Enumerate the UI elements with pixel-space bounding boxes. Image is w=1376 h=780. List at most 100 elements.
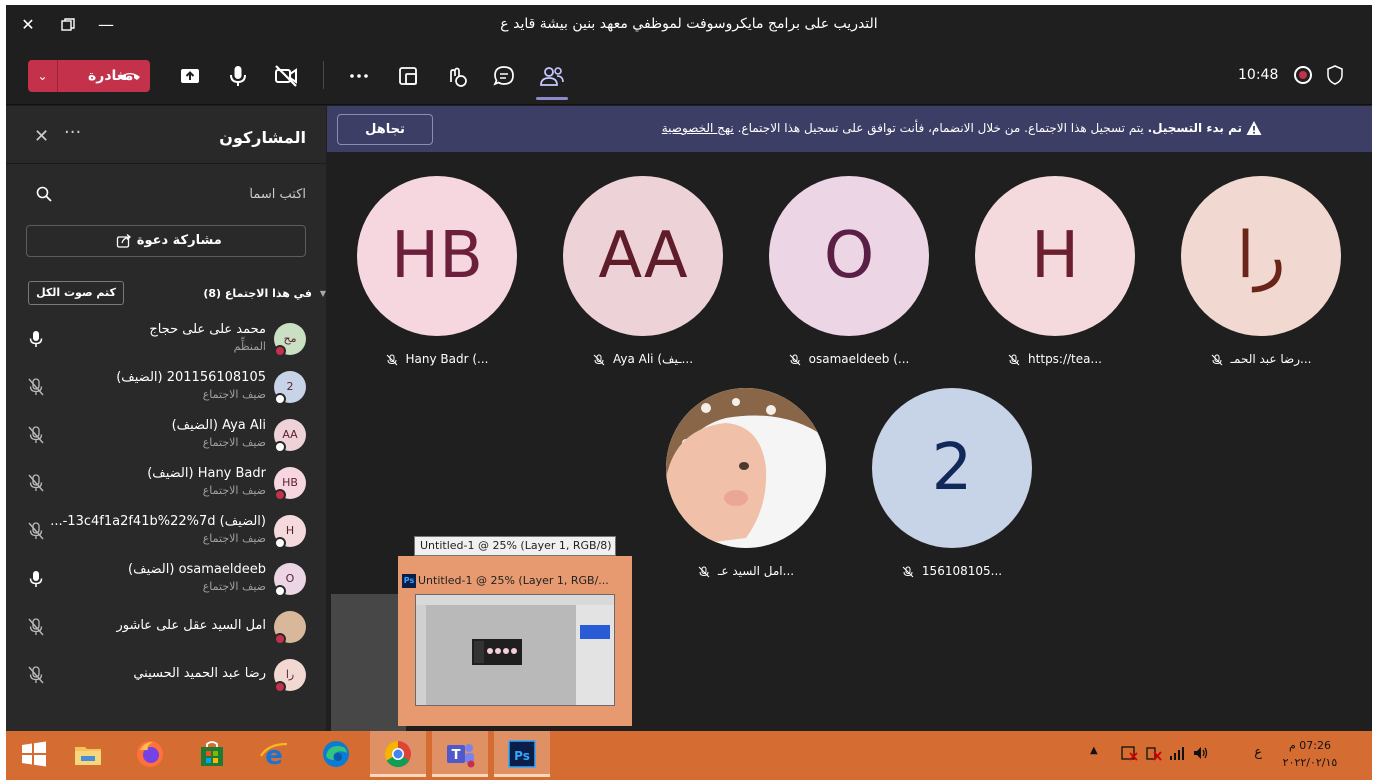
participant-row[interactable]: امل السيد عقل على عاشور: [6, 603, 326, 651]
recording-indicator-icon: [1294, 66, 1312, 84]
signal-icon[interactable]: [1168, 745, 1186, 761]
microphone-muted-icon: [1211, 354, 1223, 366]
participant-role: ضيف الاجتماع: [202, 436, 266, 449]
dismiss-button[interactable]: تجاهل: [337, 114, 433, 145]
mute-all-button[interactable]: كتم صوت الكل: [28, 281, 124, 305]
participant-tile-caption: osamaeldeeb (...: [749, 352, 949, 370]
presence-status-icon: [274, 441, 286, 453]
language-indicator[interactable]: ع: [1254, 745, 1262, 760]
participant-row[interactable]: را رضا عبد الحميد الحسيني: [6, 651, 326, 699]
shield-icon[interactable]: [1326, 65, 1344, 85]
participant-row[interactable]: H (الضيف) 13c4f1a2f41b%22%7d-... ضيف الاجت…: [6, 507, 326, 555]
recording-notice-text: يتم تسجيل هذا الاجتماع. من خلال الانضمام…: [737, 121, 1144, 135]
microphone-icon[interactable]: [28, 570, 44, 588]
edge-icon[interactable]: [308, 731, 364, 777]
start-icon[interactable]: [6, 731, 62, 777]
chevron-down-icon[interactable]: ⌄: [28, 60, 58, 92]
presence-status-icon: [274, 345, 286, 357]
participant-row[interactable]: Oosamaeldeeb (الضيف) ضيف الاجتماع: [6, 555, 326, 603]
thumbnail-title: Untitled-1 @ 25% (Layer 1, RGB/...: [418, 574, 609, 587]
microphone-muted-icon[interactable]: [28, 522, 44, 540]
privacy-policy-link[interactable]: نهج الخصوصية: [662, 121, 734, 135]
teams-icon[interactable]: T: [432, 731, 488, 777]
microphone-icon[interactable]: [222, 60, 254, 92]
participant-tile-avatar[interactable]: H: [975, 176, 1135, 336]
action-center-icon[interactable]: [1120, 745, 1138, 761]
participant-row[interactable]: 2 201156108105 (الضيف) ضيف الاجتماع: [6, 363, 326, 411]
caret-down-icon[interactable]: ▼: [320, 289, 326, 298]
close-icon[interactable]: ✕: [34, 126, 49, 147]
microphone-muted-icon: [902, 566, 914, 578]
chat-icon[interactable]: [488, 60, 520, 92]
search-input[interactable]: [56, 180, 306, 208]
tile-name: 156108105...: [921, 564, 1003, 578]
tile-name: Aya Ali (ـيف...: [612, 352, 694, 366]
file-explorer-icon[interactable]: [60, 731, 116, 777]
microphone-icon[interactable]: [28, 330, 44, 348]
participant-tile-avatar[interactable]: AA: [563, 176, 723, 336]
system-tray: ▲ ع 07:26 م ٢٠٢٢/٠٢/١٥: [1090, 731, 1358, 777]
microphone-muted-icon[interactable]: [28, 618, 44, 636]
panel-title: المشاركون: [219, 128, 306, 147]
participant-row[interactable]: مح محمد على على حجاج المنظِّم: [6, 315, 326, 363]
participant-row[interactable]: AA Aya Ali (الضيف) ضيف الاجتماع: [6, 411, 326, 459]
search-icon[interactable]: [36, 186, 52, 202]
microphone-muted-icon: [698, 566, 710, 578]
more-actions-icon[interactable]: [343, 60, 375, 92]
leave-label: مغادرة: [88, 68, 134, 84]
participant-role: ضيف الاجتماع: [202, 484, 266, 497]
more-options-icon[interactable]: ···: [64, 122, 81, 143]
leave-button[interactable]: ⌄ مغادرة: [28, 60, 150, 92]
participant-role: ضيف الاجتماع: [202, 532, 266, 545]
presence-status-icon: [274, 681, 286, 693]
rooms-icon[interactable]: [392, 60, 424, 92]
microphone-muted-icon: [1008, 354, 1020, 366]
minimize-window-icon[interactable]: —: [94, 13, 118, 37]
participant-tile-avatar[interactable]: 2: [872, 388, 1032, 548]
participant-tile-avatar[interactable]: O: [769, 176, 929, 336]
microphone-muted-icon[interactable]: [28, 378, 44, 396]
chrome-icon[interactable]: [370, 731, 426, 777]
tile-name: رضا عبد الحمـ...: [1230, 352, 1312, 366]
section-label[interactable]: في هذا الاجتماع (8): [203, 287, 312, 300]
participant-tile-avatar[interactable]: [666, 388, 826, 548]
reactions-icon[interactable]: [440, 60, 472, 92]
taskbar-preview-shadow: [331, 594, 406, 731]
ie-icon[interactable]: e: [246, 731, 302, 777]
firefox-icon[interactable]: [122, 731, 178, 777]
warning-icon: [1246, 121, 1262, 135]
microphone-muted-icon[interactable]: [28, 426, 44, 444]
camera-off-icon[interactable]: [270, 60, 302, 92]
clock-time[interactable]: 07:26 م: [1272, 739, 1348, 752]
participant-tile-caption: رضا عبد الحمـ...: [1161, 352, 1361, 370]
meeting-toolbar: ⌄ مغادرة 10:48: [6, 45, 1372, 105]
window-title: التدريب على برامج مايكروسوفت لموظفي معهد…: [500, 16, 878, 32]
participant-tile-avatar[interactable]: HB: [357, 176, 517, 336]
participant-row[interactable]: HB Hany Badr (الضيف) ضيف الاجتماع: [6, 459, 326, 507]
participant-tile-avatar[interactable]: را: [1181, 176, 1341, 336]
thumbnail-tooltip: Untitled-1 @ 25% (Layer 1, RGB/8) *: [414, 536, 621, 556]
clock-date[interactable]: ٢٠٢٢/٠٢/١٥: [1272, 756, 1348, 769]
svg-text:Ps: Ps: [514, 749, 530, 763]
network-warning-icon[interactable]: [1144, 745, 1162, 761]
meeting-timer: 10:48: [1238, 67, 1279, 83]
share-invite-button[interactable]: مشاركة دعوة: [26, 225, 306, 257]
tile-name: osamaeldeeb (...: [808, 352, 910, 366]
microphone-muted-icon[interactable]: [28, 666, 44, 684]
close-window-icon[interactable]: ✕: [16, 13, 40, 37]
show-hidden-icons-icon[interactable]: ▲: [1090, 745, 1108, 761]
share-icon: [117, 233, 132, 248]
store-icon[interactable]: [184, 731, 240, 777]
share-tray-icon[interactable]: [174, 60, 206, 92]
participant-name: رضا عبد الحميد الحسيني: [133, 666, 266, 681]
volume-icon[interactable]: [1192, 745, 1210, 761]
participants-icon[interactable]: [536, 60, 568, 100]
presence-status-icon: [274, 489, 286, 501]
photoshop-thumbnail-preview[interactable]: Ps Untitled-1 @ 25% (Layer 1, RGB/...: [398, 556, 632, 726]
restore-window-icon[interactable]: [56, 13, 80, 37]
photoshop-icon[interactable]: Ps: [494, 731, 550, 777]
participant-tile-caption: امل السيد عـ...: [646, 564, 846, 582]
microphone-muted-icon[interactable]: [28, 474, 44, 492]
microphone-muted-icon: [593, 354, 605, 366]
microphone-muted-icon: [789, 354, 801, 366]
